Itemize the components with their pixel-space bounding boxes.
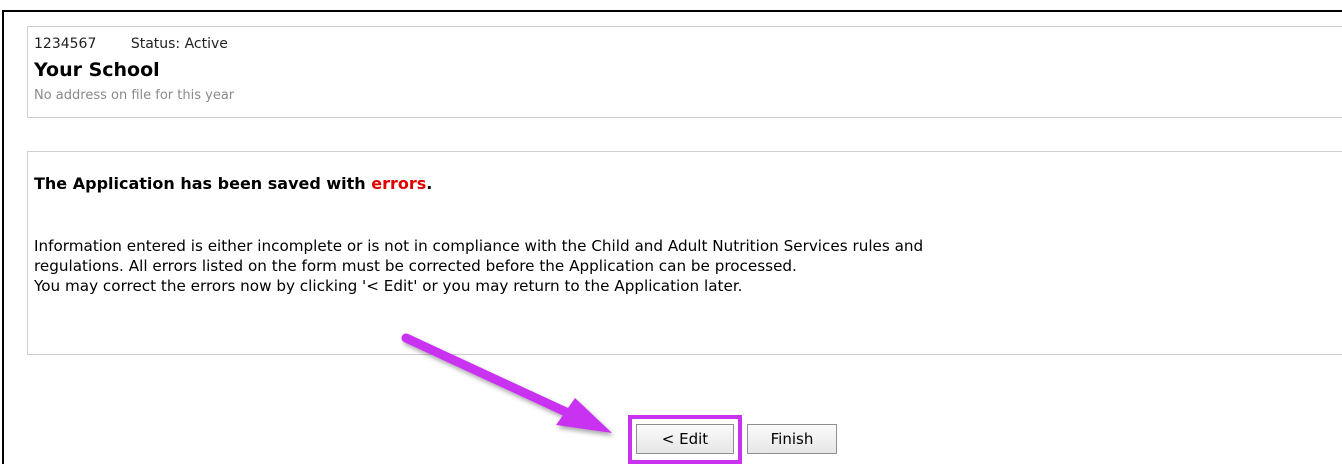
school-meta: 1234567 Status: Active	[34, 36, 228, 52]
message-title-error-word: errors	[371, 174, 427, 193]
message-title-suffix: .	[426, 174, 433, 193]
message-body-line: You may correct the errors now by clicki…	[34, 277, 743, 295]
message-body-line: Information entered is either incomplete…	[34, 237, 924, 255]
message-title: The Application has been saved with erro…	[34, 174, 432, 193]
school-name: Your School	[34, 59, 160, 81]
save-message-panel: The Application has been saved with erro…	[27, 151, 1342, 355]
school-info-panel: 1234567 Status: Active Your School No ad…	[27, 26, 1342, 118]
edit-button[interactable]: < Edit	[636, 424, 734, 454]
school-status: Status: Active	[130, 36, 228, 52]
message-body: Information entered is either incomplete…	[34, 236, 1339, 296]
school-id: 1234567	[34, 36, 97, 52]
finish-button[interactable]: Finish	[747, 424, 837, 454]
message-body-line: regulations. All errors listed on the fo…	[34, 257, 797, 275]
school-address-note: No address on file for this year	[34, 88, 235, 103]
message-title-prefix: The Application has been saved with	[34, 174, 372, 193]
screenshot-frame: 1234567 Status: Active Your School No ad…	[0, 0, 1342, 464]
